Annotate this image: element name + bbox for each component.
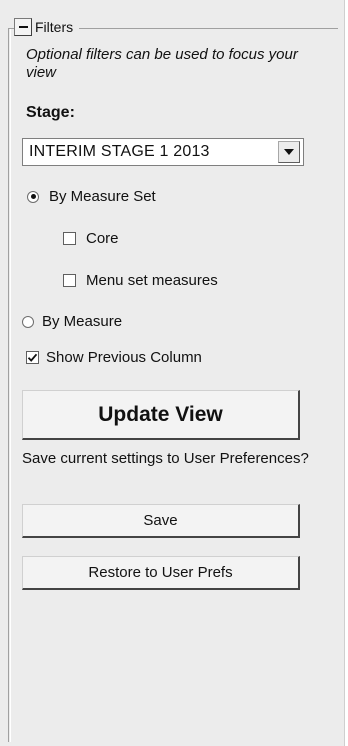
- core-label: Core: [86, 230, 119, 247]
- menu-set-measures-checkbox[interactable]: [63, 274, 76, 287]
- radio-selected-dot: [30, 194, 36, 199]
- collapse-button[interactable]: [14, 18, 32, 36]
- stage-dropdown-button[interactable]: [278, 141, 300, 163]
- show-previous-column-checkbox[interactable]: [26, 351, 39, 364]
- filters-help-text: Optional filters can be used to focus yo…: [26, 46, 298, 81]
- by-measure-radio[interactable]: [22, 315, 34, 328]
- by-measure-set-option[interactable]: By Measure Set: [27, 188, 156, 205]
- core-option[interactable]: Core: [63, 230, 119, 247]
- save-button[interactable]: Save: [22, 504, 300, 538]
- by-measure-option[interactable]: By Measure: [22, 313, 122, 330]
- menu-set-measures-label: Menu set measures: [86, 272, 218, 289]
- show-previous-column-label: Show Previous Column: [46, 349, 202, 366]
- by-measure-set-label: By Measure Set: [49, 188, 156, 205]
- save-settings-prompt: Save current settings to User Preference…: [22, 450, 309, 467]
- filters-group: [8, 28, 338, 742]
- menu-set-measures-option[interactable]: Menu set measures: [63, 272, 218, 289]
- checkmark-icon: [27, 353, 38, 362]
- show-previous-column-option[interactable]: Show Previous Column: [26, 349, 202, 366]
- restore-user-prefs-button[interactable]: Restore to User Prefs: [22, 556, 300, 590]
- stage-select[interactable]: INTERIM STAGE 1 2013: [22, 138, 304, 166]
- by-measure-set-radio[interactable]: [27, 190, 39, 203]
- panel-right-edge: [344, 0, 348, 746]
- stage-label: Stage:: [26, 104, 75, 121]
- by-measure-label: By Measure: [42, 313, 123, 330]
- minus-icon: [18, 26, 28, 28]
- stage-select-value: INTERIM STAGE 1 2013: [29, 143, 210, 160]
- core-checkbox[interactable]: [63, 232, 76, 245]
- filters-title: Filters: [35, 19, 74, 35]
- chevron-down-icon: [284, 149, 294, 155]
- update-view-button[interactable]: Update View: [22, 390, 300, 440]
- filters-legend: Filters: [14, 18, 80, 36]
